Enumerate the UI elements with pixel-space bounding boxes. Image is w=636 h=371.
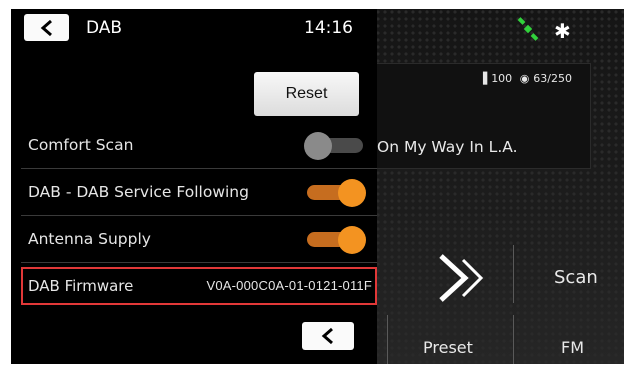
clock: 14:16: [304, 18, 353, 38]
back-bottom-button[interactable]: [302, 322, 354, 350]
song-title: On My Way In L.A.: [377, 138, 518, 156]
toggle-knob: [338, 179, 366, 207]
divider: [387, 315, 388, 364]
scan-button[interactable]: Scan: [554, 267, 598, 288]
setting-row-comfort-scan[interactable]: Comfort Scan: [21, 122, 377, 169]
status-bar: DAB 14:16: [11, 9, 377, 49]
setting-row-service-following[interactable]: DAB - DAB Service Following: [21, 169, 377, 216]
preset-button[interactable]: Preset: [423, 338, 473, 357]
signal-info: ▐ 100 ◉ 63/250: [475, 72, 572, 85]
chevron-left-icon: [321, 327, 333, 345]
head-unit-screen: ✱ ▐ 100 ◉ 63/250 On My Way In L.A. Scan Pr…: [11, 9, 624, 364]
antenna-supply-toggle[interactable]: [304, 226, 366, 254]
firmware-label: DAB Firmware: [28, 277, 134, 295]
signal-strength: 100: [491, 72, 513, 85]
comfort-scan-toggle[interactable]: [304, 132, 366, 160]
broadcast-icon: ◉: [519, 72, 530, 85]
station-info-panel: ▐ 100 ◉ 63/250 On My Way In L.A.: [371, 63, 591, 169]
setting-label: Antenna Supply: [28, 230, 151, 248]
toggle-knob: [304, 132, 332, 160]
service-following-toggle[interactable]: [304, 179, 366, 207]
divider: [513, 315, 514, 364]
toggle-knob: [338, 226, 366, 254]
band-fm-button[interactable]: FM: [561, 338, 584, 357]
chevron-left-icon: [40, 19, 52, 36]
firmware-version: V0A-000C0A-01-0121-011F: [206, 278, 372, 293]
back-button[interactable]: [24, 14, 69, 41]
bluetooth-icon: ✱: [554, 19, 571, 43]
setting-label: Comfort Scan: [28, 136, 134, 154]
page-title: DAB: [86, 18, 123, 38]
channel-count: 63/250: [533, 72, 572, 85]
signal-bars-icon: ▐: [478, 72, 488, 85]
setting-row-antenna-supply[interactable]: Antenna Supply: [21, 216, 377, 263]
firmware-row: DAB Firmware V0A-000C0A-01-0121-011F: [21, 267, 377, 305]
dab-settings-panel: DAB 14:16 Reset Comfort Scan DAB - DAB S…: [11, 9, 377, 364]
reset-button[interactable]: Reset: [254, 72, 359, 116]
divider: [513, 245, 514, 303]
gps-satellite-icon: [517, 17, 539, 41]
setting-label: DAB - DAB Service Following: [28, 183, 249, 201]
seek-forward-button[interactable]: [431, 252, 491, 304]
